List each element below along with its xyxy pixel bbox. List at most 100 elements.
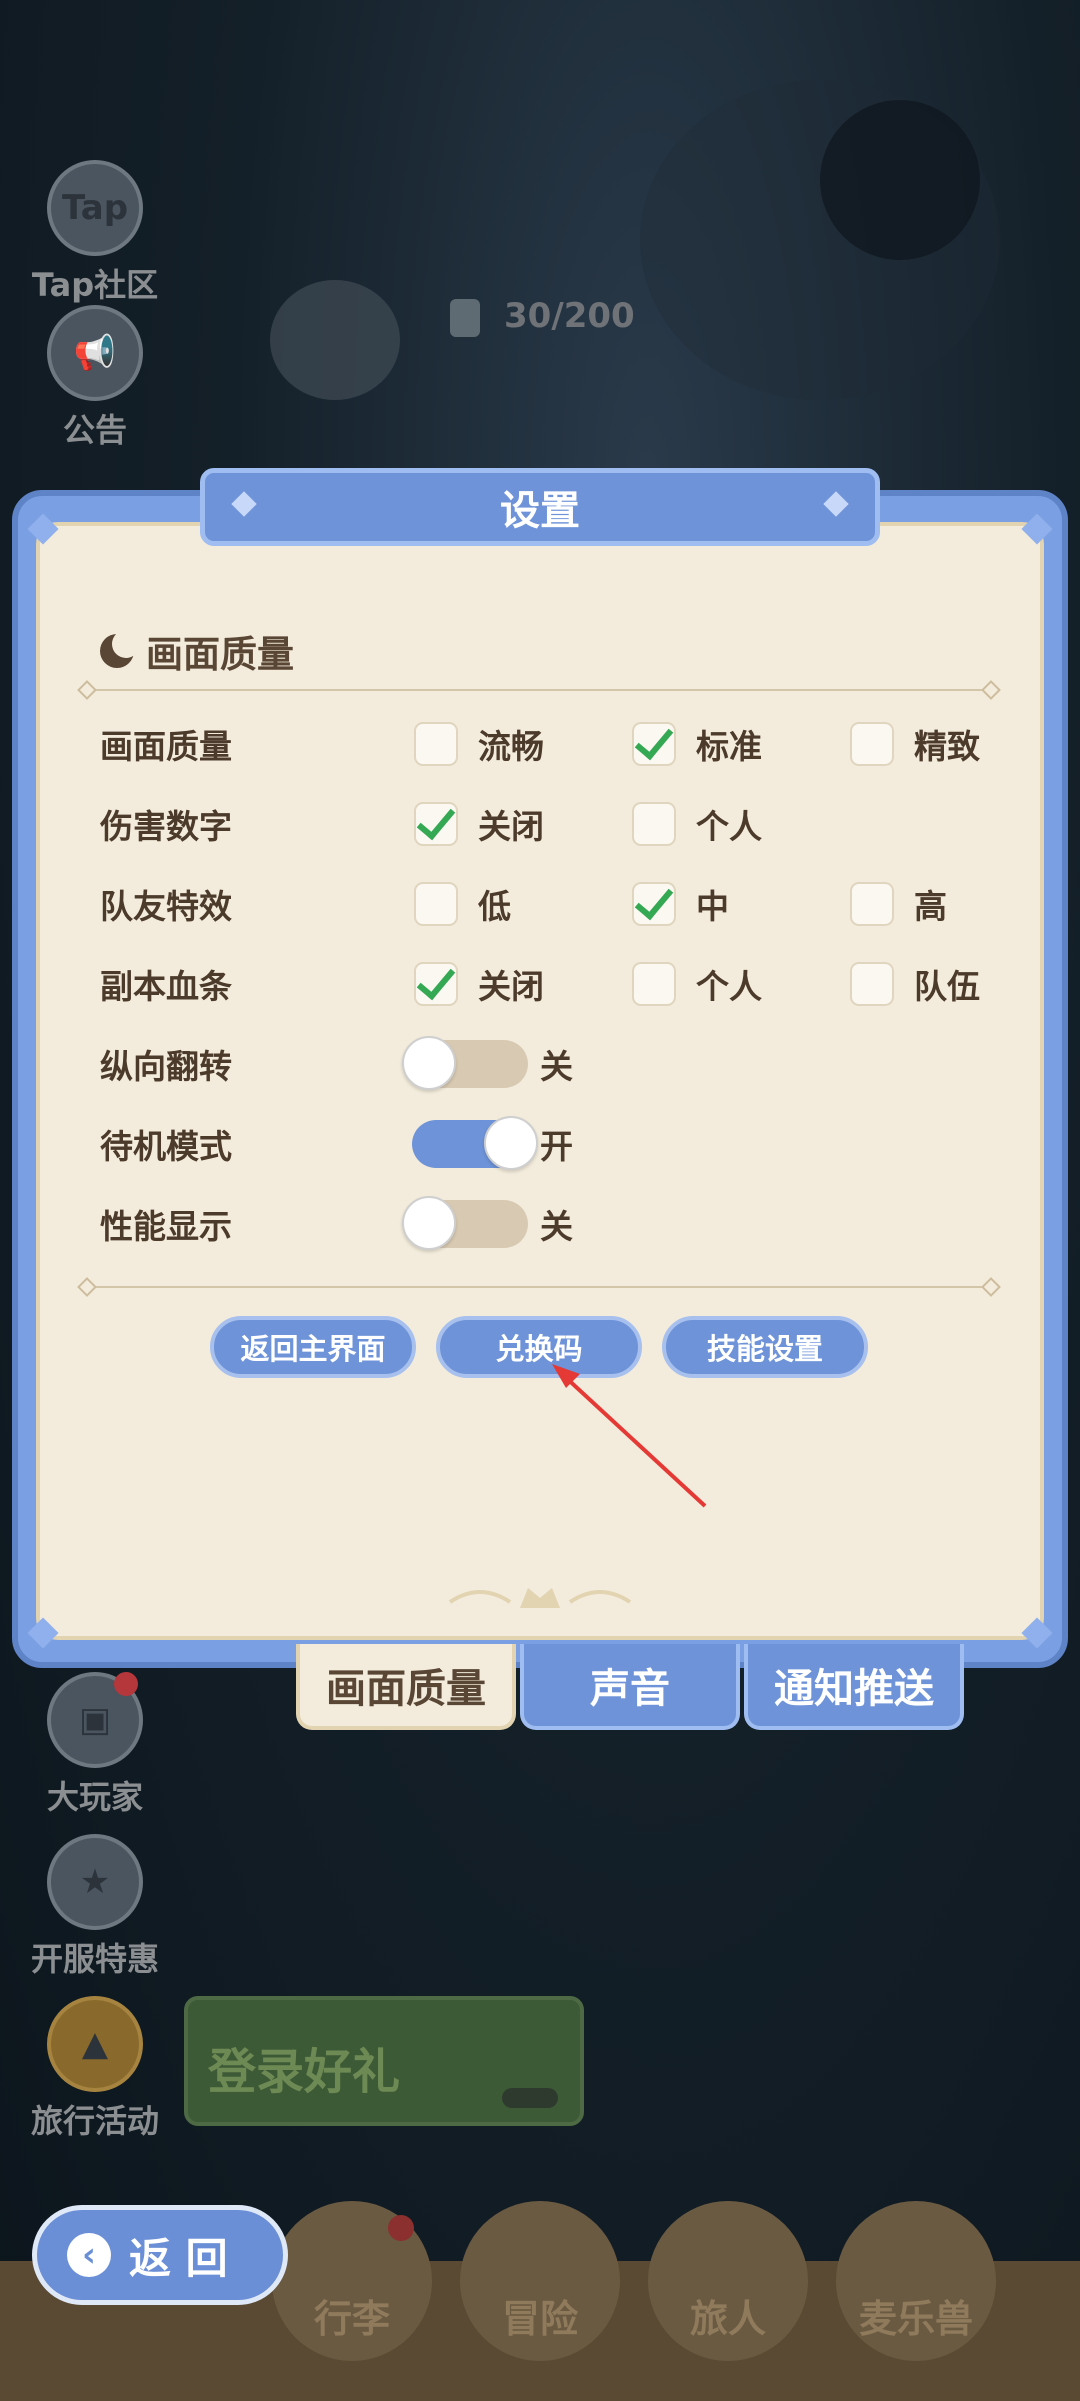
skill-settings-button[interactable]: 技能设置 [662,1316,868,1378]
option-label: 精致 [914,727,980,766]
tent-icon: ▲ [47,1996,143,2092]
section-header: 画面质量 [100,624,294,678]
section-divider [86,689,992,691]
chevron-left-icon: ‹ [67,2233,111,2277]
dialog-title-banner: 设置 [200,468,880,546]
star-ornament-icon [823,491,849,517]
option-smooth[interactable]: 流畅 [414,720,544,768]
tab-notifications[interactable]: 通知推送 [744,1644,964,1730]
option-hpbar-personal[interactable]: 个人 [632,960,762,1008]
nav-adventure[interactable]: 冒险 [460,2201,620,2361]
buttons-divider [86,1286,992,1288]
tap-icon: Tap [47,160,143,256]
redeem-code-button[interactable]: 兑换码 [436,1316,642,1378]
travel-event-button[interactable]: ▲ 旅行活动 [30,1996,160,2142]
row-label-quality: 画面质量 [100,727,232,766]
login-gift-banner[interactable]: 登录好礼 [184,1996,584,2126]
big-player-label: 大玩家 [46,1778,143,1816]
checkbox-checked[interactable] [632,722,676,766]
vertical-flip-toggle[interactable] [402,1036,528,1090]
nav-traveler-label: 旅人 [689,2297,766,2341]
back-button[interactable]: ‹ 返 回 [32,2205,288,2305]
vertical-flip-state: 关 [540,1047,573,1086]
option-label: 标准 [696,727,762,766]
toggle-knob [484,1116,538,1170]
gift-icon: ★ [47,1834,143,1930]
big-player-button[interactable]: ▣ 大玩家 [30,1672,160,1818]
notification-dot [388,2215,414,2241]
performance-display-toggle[interactable] [402,1196,528,1250]
tab-sound[interactable]: 声音 [520,1644,740,1730]
row-label-teammate-effects: 队友特效 [100,887,232,926]
toggle-knob [402,1036,456,1090]
speaker-icon: 📢 [47,305,143,401]
checkbox[interactable] [850,722,894,766]
option-label: 队伍 [914,967,980,1006]
dialog-title: 设置 [500,488,580,534]
return-main-button[interactable]: 返回主界面 [210,1316,416,1378]
background-wheel-hub [820,100,980,260]
nav-pet-label: 麦乐兽 [858,2297,973,2341]
banner-pager [502,2088,558,2108]
server-sale-label: 开服特惠 [30,1940,159,1978]
notification-dot [114,1672,138,1696]
option-damage-personal[interactable]: 个人 [632,800,762,848]
login-gift-text: 登录好礼 [208,2044,401,2100]
tap-community-label: Tap社区 [31,266,159,304]
option-effects-low[interactable]: 低 [414,880,511,928]
standby-mode-state: 开 [540,1127,573,1166]
row-label-damage-numbers: 伤害数字 [100,807,232,846]
checkbox[interactable] [632,802,676,846]
back-button-label: 返 回 [129,2233,228,2283]
nav-bag[interactable]: 行李 [272,2201,432,2361]
announcement-button[interactable]: 📢 公告 [30,305,160,451]
option-hpbar-team[interactable]: 队伍 [850,960,980,1008]
option-label: 关闭 [478,807,544,846]
tab-graphics-quality[interactable]: 画面质量 [296,1644,516,1730]
option-label: 高 [914,887,947,926]
row-label-performance-display: 性能显示 [100,1207,232,1246]
checkbox-checked[interactable] [414,802,458,846]
nav-pet[interactable]: 麦乐兽 [836,2201,996,2361]
option-label: 关闭 [478,967,544,1006]
tap-community-button[interactable]: Tap Tap社区 [30,160,160,306]
fox-ornament-icon [448,1588,632,1608]
resource-counter-text: 30/200 [504,296,635,336]
toggle-knob [402,1196,456,1250]
announcement-label: 公告 [62,411,127,449]
option-standard[interactable]: 标准 [632,720,762,768]
checkbox[interactable] [850,882,894,926]
option-effects-medium[interactable]: 中 [632,880,729,928]
standby-mode-toggle[interactable] [412,1116,538,1170]
section-title: 画面质量 [146,633,294,676]
checkbox[interactable] [414,722,458,766]
row-label-dungeon-hp-bar: 副本血条 [100,967,232,1006]
travel-event-label: 旅行活动 [30,2102,159,2140]
option-label: 个人 [696,967,762,1006]
star-ornament-icon [231,491,257,517]
chest-basket-icon [270,280,400,400]
option-label: 流畅 [478,727,544,766]
option-damage-off[interactable]: 关闭 [414,800,544,848]
option-label: 低 [478,887,511,926]
option-label: 中 [696,887,729,926]
checkbox-checked[interactable] [632,882,676,926]
checkbox-checked[interactable] [414,962,458,1006]
nav-traveler[interactable]: 旅人 [648,2201,808,2361]
row-label-standby-mode: 待机模式 [100,1127,232,1166]
option-fine[interactable]: 精致 [850,720,980,768]
checkbox[interactable] [632,962,676,1006]
moon-icon [100,630,140,668]
checkbox[interactable] [414,882,458,926]
checkbox[interactable] [850,962,894,1006]
option-effects-high[interactable]: 高 [850,880,947,928]
option-hpbar-off[interactable]: 关闭 [414,960,544,1008]
server-sale-button[interactable]: ★ 开服特惠 [30,1834,160,1980]
lantern-icon [450,298,480,337]
nav-bag-label: 行李 [313,2297,390,2341]
performance-display-state: 关 [540,1207,573,1246]
resource-counter: 30/200 [450,296,635,337]
nav-adventure-label: 冒险 [501,2297,578,2341]
row-label-vertical-flip: 纵向翻转 [100,1047,232,1086]
option-label: 个人 [696,807,762,846]
